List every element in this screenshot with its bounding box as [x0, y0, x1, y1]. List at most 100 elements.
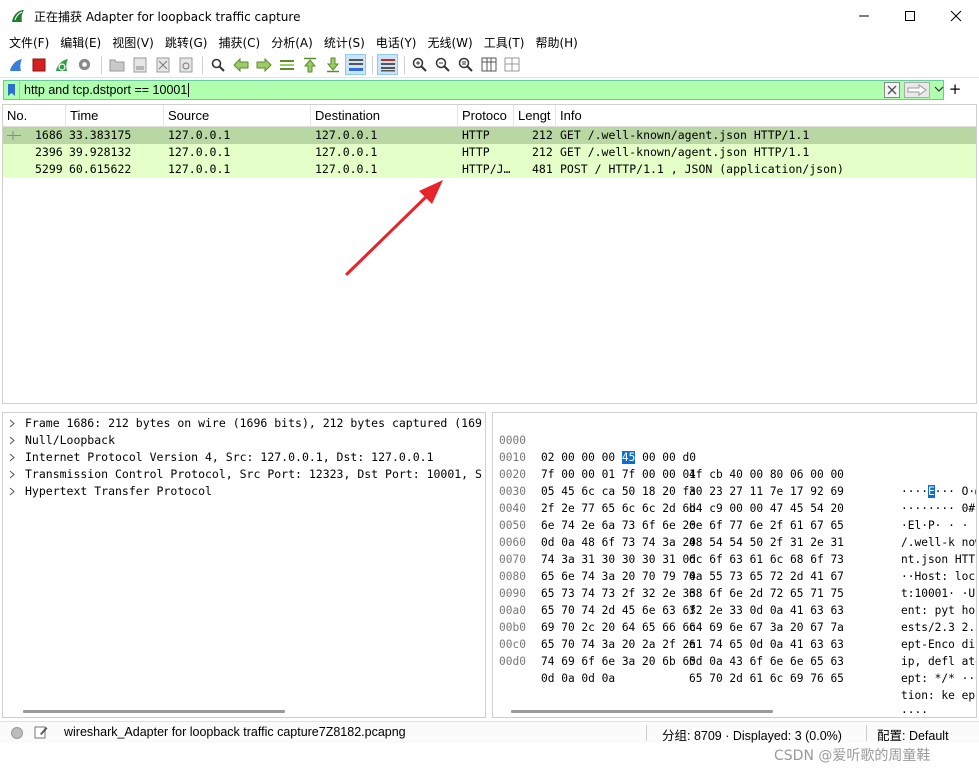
zoom-in-button[interactable]: [409, 54, 430, 75]
autoscroll-button[interactable]: [345, 54, 366, 75]
maximize-button[interactable]: [887, 0, 933, 32]
packet-info: POST / HTTP/1.1 , JSON (application/json…: [560, 162, 844, 176]
chevron-down-icon[interactable]: [934, 84, 944, 94]
menu-capture[interactable]: 捕获(C): [213, 34, 265, 51]
column-header-protocol[interactable]: Protoco: [458, 105, 514, 127]
packet-row[interactable]: 2396 39.928132 127.0.0.1 127.0.0.1 HTTP …: [3, 144, 976, 161]
chevron-right-icon[interactable]: [9, 419, 15, 428]
hex-row[interactable]: 0040 6e 74 2e 6a 73 6f 6e 20 48 54 54 50…: [493, 483, 976, 566]
find-packet-button[interactable]: [207, 54, 228, 75]
zoom-out-icon: [435, 57, 450, 72]
hex-row[interactable]: 0070 65 6e 74 3a 20 70 79 74 68 6f 6e 2d…: [493, 534, 976, 617]
profile-selector[interactable]: 配置: Default: [877, 725, 949, 744]
bookmark-icon: [8, 84, 15, 96]
tree-item-frame[interactable]: Frame 1686: 212 bytes on wire (1696 bits…: [3, 415, 485, 432]
column-header-source[interactable]: Source: [164, 105, 311, 127]
go-to-packet-button[interactable]: [276, 54, 297, 75]
hex-row[interactable]: 00b0 65 70 74 3a 20 2a 2f 2a 0d 0a 43 6f…: [493, 602, 976, 685]
tree-item-null-loopback[interactable]: Null/Loopback: [3, 432, 485, 449]
display-filter-input[interactable]: http and tcp.dstport == 10001: [3, 80, 944, 100]
packet-row[interactable]: 1686 33.383175 127.0.0.1 127.0.0.1 HTTP …: [3, 127, 976, 144]
hex-row[interactable]: 0020 05 45 6c ca 50 18 20 fa d4 c9 00 00…: [493, 449, 976, 532]
toolbar-separator: [372, 55, 373, 74]
start-capture-button[interactable]: [5, 54, 26, 75]
colorize-button[interactable]: [377, 54, 398, 75]
tree-item-ipv4[interactable]: Internet Protocol Version 4, Src: 127.0.…: [3, 449, 485, 466]
hex-row[interactable]: 0030 2f 2e 77 65 6c 6c 2d 6b 6e 6f 77 6e…: [493, 466, 976, 549]
capture-options-button[interactable]: [74, 54, 95, 75]
go-forward-button[interactable]: [253, 54, 274, 75]
chevron-right-icon[interactable]: [9, 453, 15, 462]
column-header-no[interactable]: No.: [3, 105, 66, 127]
apply-filter-icon[interactable]: [904, 82, 930, 98]
packet-row[interactable]: 5299 60.615622 127.0.0.1 127.0.0.1 HTTP/…: [3, 161, 976, 178]
menu-statistics[interactable]: 统计(S): [319, 34, 370, 51]
horizontal-scrollbar[interactable]: [511, 710, 773, 713]
packet-no: 1686: [35, 128, 63, 142]
tree-item-tcp[interactable]: Transmission Control Protocol, Src Port:…: [3, 466, 485, 483]
filter-bookmark-button[interactable]: [4, 81, 20, 99]
hex-row[interactable]: 0060 74 3a 31 30 30 30 31 0d 0a 55 73 65…: [493, 517, 976, 600]
wireshark-fin-icon: [12, 10, 24, 22]
chevron-right-icon[interactable]: [9, 470, 15, 479]
minimize-button[interactable]: [841, 0, 887, 32]
menu-help[interactable]: 帮助(H): [530, 34, 582, 51]
layout-button[interactable]: [501, 54, 522, 75]
packet-time: 39.928132: [69, 145, 132, 159]
clear-filter-icon[interactable]: [884, 82, 900, 98]
display-filter-text[interactable]: http and tcp.dstport == 10001: [20, 83, 187, 97]
expert-info-indicator[interactable]: [11, 727, 23, 739]
hex-row[interactable]: 00a0 69 70 2c 20 64 65 66 6c 61 74 65 0d…: [493, 585, 976, 668]
search-icon: [211, 58, 225, 72]
horizontal-scrollbar[interactable]: [23, 710, 285, 713]
hex-row[interactable]: 00d0 0d 0a 0d 0a ····: [493, 636, 976, 717]
normal-size-button[interactable]: [455, 54, 476, 75]
hex-row[interactable]: 0050 0d 0a 48 6f 73 74 3a 20 6c 6f 63 61…: [493, 500, 976, 583]
column-header-destination[interactable]: Destination: [311, 105, 458, 127]
goto-packet-icon: [279, 59, 294, 70]
menu-wireless[interactable]: 无线(W): [423, 34, 478, 51]
chevron-right-icon[interactable]: [9, 487, 15, 496]
save-file-button[interactable]: [129, 54, 150, 75]
last-packet-button[interactable]: [322, 54, 343, 75]
tree-item-http[interactable]: Hypertext Transfer Protocol: [3, 483, 485, 500]
open-file-button[interactable]: [106, 54, 127, 75]
reload-icon: [179, 57, 192, 72]
watermark: CSDN @爱听歌的周童鞋: [774, 748, 931, 764]
menu-telephony[interactable]: 电话(Y): [371, 34, 422, 51]
menu-analyze[interactable]: 分析(A): [266, 34, 318, 51]
folder-icon: [109, 59, 124, 71]
stop-capture-button[interactable]: [28, 54, 49, 75]
menu-bar: 文件(F) 编辑(E) 视图(V) 跳转(G) 捕获(C) 分析(A) 统计(S…: [0, 32, 979, 52]
menu-view[interactable]: 视图(V): [107, 34, 159, 51]
edit-comment-icon[interactable]: [34, 725, 48, 739]
close-file-button[interactable]: [152, 54, 173, 75]
add-filter-button[interactable]: +: [948, 81, 962, 97]
packet-bytes-pane: 0000 02 00 00 00 45 00 00 d0 4f cb 40 00…: [492, 412, 977, 718]
close-button[interactable]: [933, 0, 979, 32]
menu-file[interactable]: 文件(F): [4, 34, 54, 51]
packet-list-header: No. Time Source Destination Protoco Leng…: [3, 105, 976, 127]
column-header-time[interactable]: Time: [66, 105, 164, 127]
packet-time: 33.383175: [69, 128, 132, 142]
hex-row[interactable]: 0010 7f 00 00 01 7f 00 00 01 30 23 27 11…: [493, 432, 976, 515]
chevron-right-icon[interactable]: [9, 436, 15, 445]
resize-columns-button[interactable]: [478, 54, 499, 75]
column-header-info[interactable]: Info: [556, 105, 976, 127]
go-back-button[interactable]: [230, 54, 251, 75]
menu-tools[interactable]: 工具(T): [479, 34, 530, 51]
reload-file-button[interactable]: [175, 54, 196, 75]
first-packet-button[interactable]: [299, 54, 320, 75]
packet-list: No. Time Source Destination Protoco Leng…: [2, 104, 977, 404]
zoom-out-button[interactable]: [432, 54, 453, 75]
hex-row[interactable]: 0080 65 73 74 73 2f 32 2e 33 32 2e 33 0d…: [493, 551, 976, 634]
packet-info: GET /.well-known/agent.json HTTP/1.1: [560, 145, 810, 159]
hex-row[interactable]: 00c0 74 69 6f 6e 3a 20 6b 65 65 70 2d 61…: [493, 619, 976, 702]
column-header-length[interactable]: Lengt: [514, 105, 556, 127]
hex-bytes: 0d 0a 43 6f 6e 6e 65 63: [689, 655, 844, 668]
hex-row[interactable]: 0000 02 00 00 00 45 00 00 d0 4f cb 40 00…: [493, 415, 976, 498]
hex-row[interactable]: 0090 65 70 74 2d 45 6e 63 6f 64 69 6e 67…: [493, 568, 976, 651]
menu-edit[interactable]: 编辑(E): [55, 34, 106, 51]
menu-go[interactable]: 跳转(G): [160, 34, 213, 51]
restart-capture-button[interactable]: [51, 54, 72, 75]
